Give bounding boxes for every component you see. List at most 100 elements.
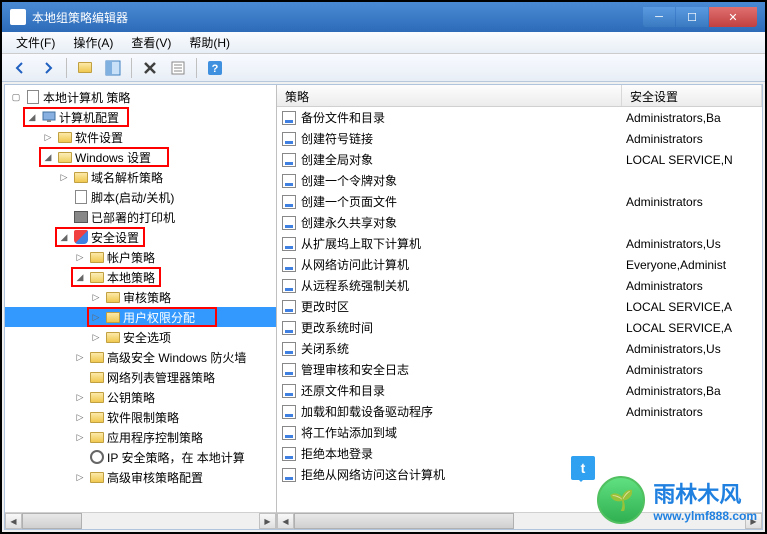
- policy-security: Administrators: [622, 405, 762, 419]
- menu-file[interactable]: 文件(F): [8, 32, 63, 53]
- list-body[interactable]: 备份文件和目录 Administrators,Ba 创建符号链接 Adminis…: [277, 107, 762, 512]
- expand-icon[interactable]: ◢: [73, 270, 87, 284]
- list-row[interactable]: 从远程系统强制关机 Administrators: [277, 275, 762, 296]
- list-row[interactable]: 创建一个令牌对象: [277, 170, 762, 191]
- list-row[interactable]: 将工作站添加到域: [277, 422, 762, 443]
- tree-label: Windows 设置: [75, 149, 151, 166]
- col-policy[interactable]: 策略: [277, 85, 622, 106]
- help-button[interactable]: ?: [203, 56, 227, 80]
- list-row[interactable]: 管理审核和安全日志 Administrators: [277, 359, 762, 380]
- list-hscroll[interactable]: ◀ ▶: [277, 512, 762, 529]
- tree-advanced-audit[interactable]: ▷ 高级审核策略配置: [5, 467, 276, 487]
- tree-security-options[interactable]: ▷ 安全选项: [5, 327, 276, 347]
- tree-user-rights[interactable]: ▷ 用户权限分配: [5, 307, 276, 327]
- expand-icon[interactable]: ▢: [9, 90, 23, 104]
- expand-icon[interactable]: ▷: [73, 250, 87, 264]
- expand-icon[interactable]: ▷: [41, 130, 55, 144]
- policy-icon: [277, 174, 297, 188]
- list-row[interactable]: 还原文件和目录 Administrators,Ba: [277, 380, 762, 401]
- list-row[interactable]: 拒绝从网络访问这台计算机: [277, 464, 762, 485]
- list-row[interactable]: 更改时区 LOCAL SERVICE,A: [277, 296, 762, 317]
- tree-label: 域名解析策略: [91, 169, 163, 186]
- minimize-button[interactable]: ─: [643, 7, 675, 27]
- tree-security-settings[interactable]: ◢ 安全设置: [5, 227, 276, 247]
- tree-label: 帐户策略: [107, 249, 155, 266]
- expand-icon[interactable]: ▷: [73, 430, 87, 444]
- tree-software-restriction[interactable]: ▷ 软件限制策略: [5, 407, 276, 427]
- policy-name: 从扩展坞上取下计算机: [297, 235, 622, 252]
- list-row[interactable]: 创建一个页面文件 Administrators: [277, 191, 762, 212]
- up-button[interactable]: [73, 56, 97, 80]
- list-row[interactable]: 创建符号链接 Administrators: [277, 128, 762, 149]
- list-row[interactable]: 从网络访问此计算机 Everyone,Administ: [277, 254, 762, 275]
- tree-account-policies[interactable]: ▷ 帐户策略: [5, 247, 276, 267]
- folder-icon: [89, 349, 105, 365]
- expand-icon[interactable]: ▷: [73, 390, 87, 404]
- tree-app-control[interactable]: ▷ 应用程序控制策略: [5, 427, 276, 447]
- list-row[interactable]: 创建全局对象 LOCAL SERVICE,N: [277, 149, 762, 170]
- scroll-thumb[interactable]: [294, 513, 514, 529]
- scroll-thumb[interactable]: [22, 513, 82, 529]
- list-row[interactable]: 备份文件和目录 Administrators,Ba: [277, 107, 762, 128]
- tree-dns-policy[interactable]: ▷ 域名解析策略: [5, 167, 276, 187]
- tree-windows-settings[interactable]: ◢ Windows 设置: [5, 147, 276, 167]
- expand-icon[interactable]: ▷: [73, 410, 87, 424]
- tree-scripts[interactable]: 脚本(启动/关机): [5, 187, 276, 207]
- window-title: 本地组策略编辑器: [32, 9, 643, 26]
- tree-printers[interactable]: 已部署的打印机: [5, 207, 276, 227]
- tree-public-key[interactable]: ▷ 公钥策略: [5, 387, 276, 407]
- close-button[interactable]: ✕: [709, 7, 757, 27]
- tree-audit-policy[interactable]: ▷ 审核策略: [5, 287, 276, 307]
- expand-icon[interactable]: ▷: [89, 330, 103, 344]
- expand-icon[interactable]: ▷: [73, 350, 87, 364]
- expand-icon[interactable]: ◢: [41, 150, 55, 164]
- list-row[interactable]: 更改系统时间 LOCAL SERVICE,A: [277, 317, 762, 338]
- policy-name: 备份文件和目录: [297, 109, 622, 126]
- show-hide-button[interactable]: [101, 56, 125, 80]
- expand-icon[interactable]: ▷: [73, 470, 87, 484]
- policy-icon: [277, 321, 297, 335]
- list-row[interactable]: 加载和卸载设备驱动程序 Administrators: [277, 401, 762, 422]
- expand-icon[interactable]: ◢: [25, 110, 39, 124]
- policy-security: Administrators,Ba: [622, 384, 762, 398]
- maximize-button[interactable]: ☐: [676, 7, 708, 27]
- scroll-left-button[interactable]: ◀: [277, 513, 294, 529]
- list-row[interactable]: 关闭系统 Administrators,Us: [277, 338, 762, 359]
- list-row[interactable]: 拒绝本地登录: [277, 443, 762, 464]
- policy-icon: [277, 300, 297, 314]
- list-row[interactable]: 从扩展坞上取下计算机 Administrators,Us: [277, 233, 762, 254]
- scroll-right-button[interactable]: ▶: [745, 513, 762, 529]
- menu-help[interactable]: 帮助(H): [181, 32, 238, 53]
- tree-root[interactable]: ▢ 本地计算机 策略: [5, 87, 276, 107]
- expand-icon[interactable]: ▷: [89, 310, 103, 324]
- menu-view[interactable]: 查看(V): [123, 32, 179, 53]
- policy-security: Administrators: [622, 195, 762, 209]
- policy-name: 从远程系统强制关机: [297, 277, 622, 294]
- policy-security: Administrators: [622, 279, 762, 293]
- delete-button[interactable]: [138, 56, 162, 80]
- tree-network-list[interactable]: 网络列表管理器策略: [5, 367, 276, 387]
- shield-icon: [89, 449, 105, 465]
- menu-action[interactable]: 操作(A): [65, 32, 121, 53]
- tree-local-policies[interactable]: ◢ 本地策略: [5, 267, 276, 287]
- expand-icon[interactable]: ▷: [57, 170, 71, 184]
- scroll-right-button[interactable]: ▶: [259, 513, 276, 529]
- tree-label: 计算机配置: [59, 109, 119, 126]
- properties-button[interactable]: [166, 56, 190, 80]
- forward-button[interactable]: [36, 56, 60, 80]
- tree-label: 审核策略: [123, 289, 171, 306]
- tree-ip-security[interactable]: IP 安全策略，在 本地计算: [5, 447, 276, 467]
- tree-computer-config[interactable]: ◢ 计算机配置: [5, 107, 276, 127]
- expand-icon[interactable]: ▷: [89, 290, 103, 304]
- tree-firewall[interactable]: ▷ 高级安全 Windows 防火墙: [5, 347, 276, 367]
- tree-pane[interactable]: ▢ 本地计算机 策略 ◢ 计算机配置 ▷ 软件设置 ◢ Wind: [5, 85, 277, 529]
- tree-software-settings[interactable]: ▷ 软件设置: [5, 127, 276, 147]
- list-row[interactable]: 创建永久共享对象: [277, 212, 762, 233]
- tree-hscroll[interactable]: ◀ ▶: [5, 512, 276, 529]
- policy-security: Everyone,Administ: [622, 258, 762, 272]
- policy-icon: [277, 216, 297, 230]
- col-security[interactable]: 安全设置: [622, 85, 762, 106]
- back-button[interactable]: [8, 56, 32, 80]
- scroll-left-button[interactable]: ◀: [5, 513, 22, 529]
- expand-icon[interactable]: ◢: [57, 230, 71, 244]
